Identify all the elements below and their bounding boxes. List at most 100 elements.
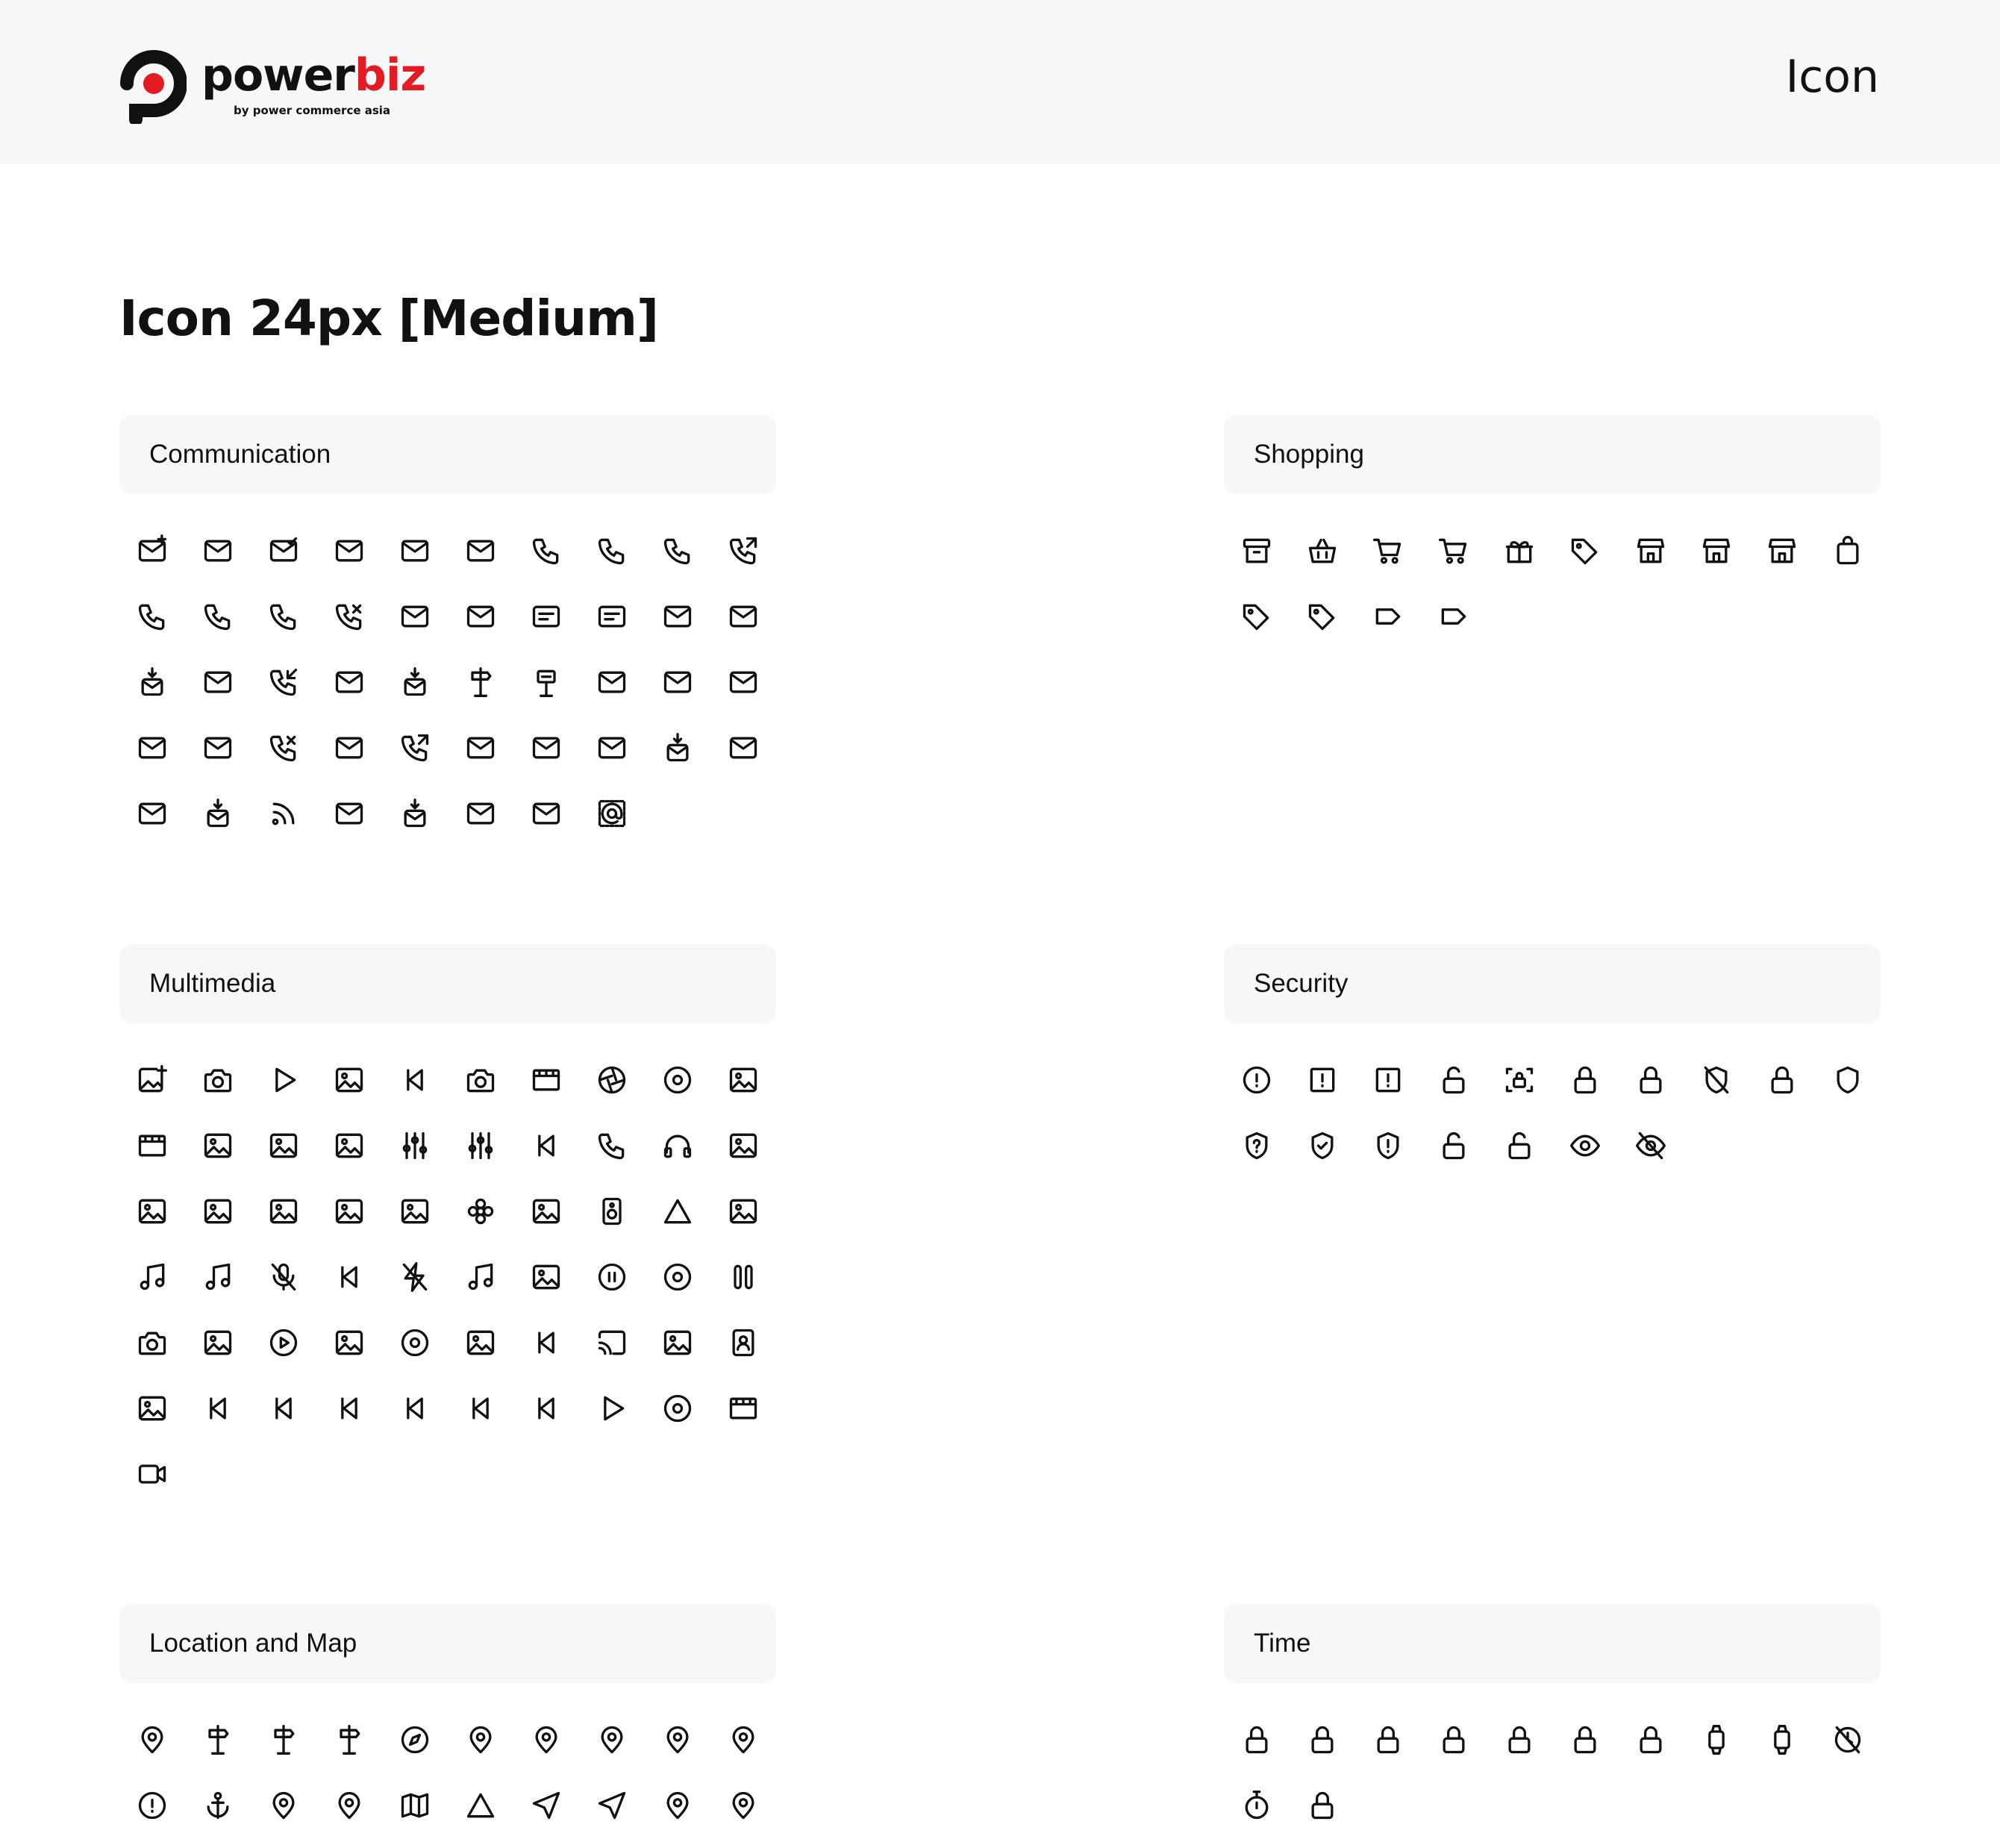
desktop-mail-icon[interactable] xyxy=(464,600,497,633)
camera-add-icon[interactable] xyxy=(201,1064,234,1096)
clock-7-icon[interactable] xyxy=(1634,1723,1667,1756)
archive-icon[interactable] xyxy=(1240,534,1273,567)
shield-check-icon[interactable] xyxy=(1306,1129,1339,1162)
image-close-icon[interactable] xyxy=(267,1129,300,1162)
pin-icon[interactable] xyxy=(596,1723,628,1756)
pin-navigation-icon[interactable] xyxy=(464,1723,497,1756)
pin-ground-icon[interactable] xyxy=(727,1723,760,1756)
phone-outline-icon[interactable] xyxy=(596,534,628,567)
unlock-alt-icon[interactable] xyxy=(1503,1129,1536,1162)
mail-question-icon[interactable] xyxy=(201,666,234,699)
flash-off-icon[interactable] xyxy=(399,1261,431,1293)
lock-icon[interactable] xyxy=(1569,1064,1601,1096)
mail-refresh-icon[interactable] xyxy=(727,731,760,764)
music-note-icon[interactable] xyxy=(201,1261,234,1293)
aperture-icon[interactable] xyxy=(596,1064,628,1096)
anchor-icon[interactable] xyxy=(201,1789,234,1822)
phone-outgoing-icon[interactable] xyxy=(399,731,431,764)
image-icon[interactable] xyxy=(201,1195,234,1228)
pin-add-icon[interactable] xyxy=(136,1723,169,1756)
camera-icon[interactable] xyxy=(136,1326,169,1359)
image-minus-icon[interactable] xyxy=(464,1326,497,1359)
signpost-left-icon[interactable] xyxy=(201,1723,234,1756)
stop-circle-icon[interactable] xyxy=(661,1392,694,1425)
mail-file-icon[interactable] xyxy=(399,534,431,567)
tag-icon[interactable] xyxy=(1569,534,1601,567)
mic-off-icon[interactable] xyxy=(267,1261,300,1293)
phone-hangup-icon[interactable] xyxy=(201,600,234,633)
bag-icon[interactable] xyxy=(1831,534,1864,567)
watch-icon[interactable] xyxy=(1700,1723,1733,1756)
image-edit-icon[interactable] xyxy=(530,1261,563,1293)
step-back-icon[interactable] xyxy=(333,1392,366,1425)
image-lock-icon[interactable] xyxy=(530,1195,563,1228)
image-wide-icon[interactable] xyxy=(267,1195,300,1228)
clock-4-icon[interactable] xyxy=(1437,1723,1470,1756)
image-share-icon[interactable] xyxy=(136,1392,169,1425)
info-circle-icon[interactable] xyxy=(1240,1064,1273,1096)
video-icon[interactable] xyxy=(136,1458,169,1490)
pin-target-icon[interactable] xyxy=(727,1789,760,1822)
compass-icon[interactable] xyxy=(399,1723,431,1756)
mail-open-icon[interactable] xyxy=(333,731,366,764)
mail-info-icon[interactable] xyxy=(333,666,366,699)
mail-check-icon[interactable] xyxy=(267,534,300,567)
pause-icon[interactable] xyxy=(727,1261,760,1293)
shield-alert-icon[interactable] xyxy=(1372,1129,1404,1162)
clock-1-icon[interactable] xyxy=(1240,1723,1273,1756)
skip-back-circle-icon[interactable] xyxy=(267,1392,300,1425)
mail-heart-icon[interactable] xyxy=(596,666,628,699)
mailbox-icon[interactable] xyxy=(399,666,431,699)
mailbox-down-icon[interactable] xyxy=(661,731,694,764)
music-off-icon[interactable] xyxy=(464,1261,497,1293)
tag-outline-icon[interactable] xyxy=(1306,600,1339,633)
image-pen-icon[interactable] xyxy=(201,1326,234,1359)
phone-dots-icon[interactable] xyxy=(661,534,694,567)
mail-minus-icon[interactable] xyxy=(136,797,169,830)
mail-note-icon[interactable] xyxy=(201,534,234,567)
storefront-icon[interactable] xyxy=(1766,534,1799,567)
clock-icon[interactable] xyxy=(1306,1789,1339,1822)
send-icon[interactable] xyxy=(530,1789,563,1822)
mailbox-in-icon[interactable] xyxy=(201,797,234,830)
smartwatch-icon[interactable] xyxy=(1766,1723,1799,1756)
unlock-outline-icon[interactable] xyxy=(1437,1129,1470,1162)
label-outline-icon[interactable] xyxy=(1437,600,1470,633)
mail-upload-icon[interactable] xyxy=(464,797,497,830)
lock-closed-icon[interactable] xyxy=(1766,1064,1799,1096)
phone-call-icon[interactable] xyxy=(136,600,169,633)
clock-3-icon[interactable] xyxy=(1372,1723,1404,1756)
pause-circle-icon[interactable] xyxy=(596,1261,628,1293)
signpost-right-icon[interactable] xyxy=(333,1723,366,1756)
navigation-icon[interactable] xyxy=(596,1789,628,1822)
image-refresh-icon[interactable] xyxy=(399,1195,431,1228)
phone-forward-icon[interactable] xyxy=(727,534,760,567)
skip-forward-circle-icon[interactable] xyxy=(464,1392,497,1425)
pin-question-icon[interactable] xyxy=(530,1723,563,1756)
gift-icon[interactable] xyxy=(1503,534,1536,567)
image-check-icon[interactable] xyxy=(333,1064,366,1096)
image-frame-icon[interactable] xyxy=(136,1195,169,1228)
mail-star-icon[interactable] xyxy=(464,534,497,567)
signpost-up-icon[interactable] xyxy=(267,1723,300,1756)
mail-lock-icon[interactable] xyxy=(661,666,694,699)
shield-icon[interactable] xyxy=(1831,1064,1864,1096)
mail-outline-icon[interactable] xyxy=(136,731,169,764)
flower-icon[interactable] xyxy=(464,1195,497,1228)
store-icon[interactable] xyxy=(1700,534,1733,567)
id-card-icon[interactable] xyxy=(596,600,628,633)
mail-close-icon[interactable] xyxy=(399,600,431,633)
play-icon[interactable] xyxy=(596,1392,628,1425)
signpost-icon[interactable] xyxy=(464,666,497,699)
mailbox-out-icon[interactable] xyxy=(399,797,431,830)
stamp-at-icon[interactable] xyxy=(596,797,628,830)
stopwatch-icon[interactable] xyxy=(1240,1789,1273,1822)
airplay-icon[interactable] xyxy=(267,1064,300,1096)
shield-question-icon[interactable] xyxy=(1240,1129,1273,1162)
scan-lock-icon[interactable] xyxy=(1503,1064,1536,1096)
contact-frame-icon[interactable] xyxy=(727,1326,760,1359)
phone-pause-icon[interactable] xyxy=(267,600,300,633)
mail-send-icon[interactable] xyxy=(661,600,694,633)
tag-rotated-icon[interactable] xyxy=(1240,600,1273,633)
clock-5-icon[interactable] xyxy=(1503,1723,1536,1756)
